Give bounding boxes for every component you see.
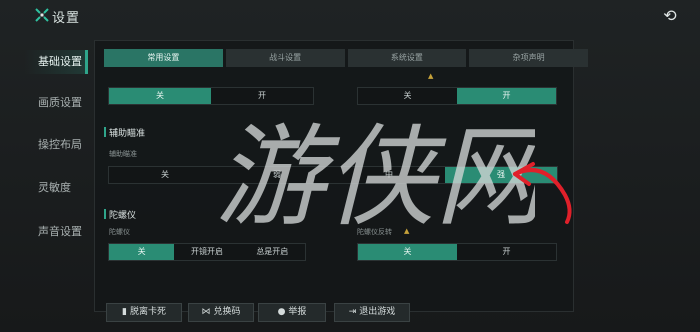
aim-assist-option-off[interactable]: 关 [109,167,221,183]
report-label: 举报 [288,307,307,317]
aim-assist-selector: 关 弱 中 强 [108,166,558,184]
sidebar-item-controls[interactable]: 操控布局 [24,133,88,157]
settings-screen: 设置 ⟲ 基础设置 画质设置 操控布局 灵敏度 声音设置 常用设置 战斗设置 系… [0,0,700,332]
report-icon: ● [277,307,286,317]
gyro-title: 陀螺仪 [109,211,137,221]
window-title: 设置 [52,11,81,26]
tab-common[interactable]: 常用设置 [104,49,223,67]
gyro-option-always[interactable]: 总是开启 [240,244,305,260]
settings-tabs: 常用设置 战斗设置 系统设置 杂项声明 [104,49,588,67]
gyro-invert-toggle: 关 开 [357,243,557,261]
refresh-icon[interactable]: ⟲ [660,6,680,26]
unstuck-label: 脱离卡死 [129,307,166,317]
exit-icon: ⇥ [348,307,357,317]
gyro-invert-label: 陀螺仪反转 [357,228,392,236]
gyro-invert-option-on[interactable]: 开 [457,244,556,260]
sidebar-item-graphics[interactable]: 画质设置 [24,91,88,115]
tab-misc[interactable]: 杂项声明 [469,49,588,67]
gyro-label: 陀螺仪 [109,228,130,236]
redeem-label: 兑换码 [213,307,241,317]
redeem-code-button[interactable]: ⋈ 兑换码 [188,303,254,322]
top-right-option-on[interactable]: 开 [457,88,556,104]
section-marker [104,209,106,219]
ticket-icon: ⋈ [201,307,211,317]
tab-combat[interactable]: 战斗设置 [225,49,345,67]
section-marker [104,127,106,137]
top-right-option-off[interactable]: 关 [358,88,457,104]
exit-game-button[interactable]: ⇥ 退出游戏 [334,303,410,322]
gyro-option-scope[interactable]: 开镜开启 [174,244,239,260]
sidebar-item-sensitivity[interactable]: 灵敏度 [24,176,88,200]
exit-label: 退出游戏 [359,307,396,317]
gyro-invert-option-off[interactable]: 关 [358,244,457,260]
aim-assist-label: 辅助瞄准 [109,150,137,158]
title-bar: 设置 ⟲ [0,0,700,32]
aim-assist-option-strong[interactable]: 强 [445,167,557,183]
sidebar-item-basic[interactable]: 基础设置 [24,50,88,74]
door-icon: ▮ [122,307,127,317]
tab-system[interactable]: 系统设置 [347,49,467,67]
aim-assist-option-weak[interactable]: 弱 [221,167,333,183]
unstuck-button[interactable]: ▮ 脱离卡死 [106,303,182,322]
top-right-toggle: 关 开 [357,87,557,105]
top-left-option-off[interactable]: 关 [109,88,211,104]
gyro-option-off[interactable]: 关 [109,244,175,260]
top-left-toggle: 关 开 [108,87,314,105]
aim-assist-title: 辅助瞄准 [109,129,146,139]
aim-assist-option-medium[interactable]: 中 [333,167,445,183]
sidebar-item-sound[interactable]: 声音设置 [24,220,88,244]
x-logo-icon [35,8,49,22]
top-left-option-on[interactable]: 开 [211,88,313,104]
report-button[interactable]: ● 举报 [258,303,326,322]
warning-icon: ▲ [404,227,410,235]
gyro-selector: 关 开镜开启 总是开启 [108,243,306,261]
warning-icon: ▲ [428,72,434,80]
settings-sidebar: 基础设置 画质设置 操控布局 灵敏度 声音设置 [0,40,88,300]
